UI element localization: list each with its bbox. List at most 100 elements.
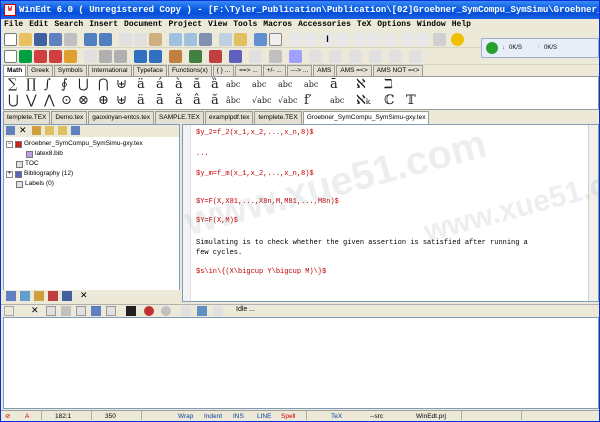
copy-icon[interactable] <box>134 33 147 46</box>
tree-filter-icon[interactable] <box>71 126 80 135</box>
align-right-icon[interactable] <box>383 33 396 46</box>
math-symbol-r1-7[interactable]: ä <box>137 78 145 92</box>
math-symbol-r2-0[interactable]: ⋃ <box>8 94 19 108</box>
unindent-icon[interactable] <box>304 33 317 46</box>
menu-item-document[interactable]: Document <box>121 19 165 31</box>
math-symbol-r2-1[interactable]: ⋁ <box>26 94 37 108</box>
console-run-icon[interactable] <box>91 306 101 316</box>
console-clear-icon[interactable] <box>4 306 14 316</box>
math-symbol-r2-14[interactable]: √abc <box>278 94 297 108</box>
console-close-icon[interactable]: ✕ <box>31 306 41 316</box>
help-icon[interactable] <box>451 33 464 46</box>
bibtex-icon[interactable] <box>99 50 112 63</box>
math-symbol-r1-17[interactable]: ℵ <box>356 78 366 92</box>
goto-icon[interactable] <box>199 33 212 46</box>
paste-icon[interactable] <box>149 33 162 46</box>
tree-item-toc[interactable]: TOC <box>16 159 39 169</box>
console-find-icon[interactable] <box>76 306 86 316</box>
math-symbol-r2-3[interactable]: ⊙ <box>61 94 72 108</box>
console-option-icon[interactable] <box>213 306 223 316</box>
math-symbol-r2-5[interactable]: ⊕ <box>98 94 109 108</box>
tree-icon[interactable] <box>254 33 267 46</box>
tab-math-2[interactable]: Symbols <box>53 65 87 76</box>
align-left-icon[interactable] <box>353 33 366 46</box>
new-file-icon[interactable] <box>4 33 17 46</box>
menu-item-tools[interactable]: Tools <box>230 19 260 31</box>
menu-item-options[interactable]: Options <box>374 19 414 31</box>
menu-item-help[interactable]: Help <box>449 19 474 31</box>
vertical-scrollbar[interactable] <box>588 125 598 301</box>
math-symbol-r1-1[interactable]: ∏ <box>26 78 36 92</box>
panel-icon-4[interactable] <box>48 291 58 301</box>
math-symbol-r2-10[interactable]: â <box>193 94 201 108</box>
print-icon[interactable] <box>64 33 77 46</box>
fraction-icon[interactable] <box>309 50 322 63</box>
console-icon[interactable] <box>269 50 282 63</box>
console-save-icon[interactable] <box>61 306 71 316</box>
menu-item-window[interactable]: Window <box>414 19 449 31</box>
tab-math-3[interactable]: International <box>87 65 132 76</box>
stop-icon[interactable] <box>229 50 242 63</box>
align-center-icon[interactable] <box>368 33 381 46</box>
doc-tab-4[interactable]: examplpdf.tex <box>204 111 254 124</box>
italic-icon[interactable]: I <box>321 33 334 46</box>
math-symbol-r2-9[interactable]: ǎ <box>175 94 183 108</box>
tab-math-10[interactable]: AMS <box>313 65 336 76</box>
acrobat-icon[interactable] <box>209 50 222 63</box>
sqrt-icon[interactable] <box>329 50 342 63</box>
console-log-icon[interactable] <box>197 306 207 316</box>
doc-tab-1[interactable]: Demo.tex <box>51 111 88 124</box>
math-symbol-r1-18[interactable]: ℶ <box>384 78 393 92</box>
collapse-icon[interactable]: − <box>6 140 13 148</box>
tree-folder-icon[interactable] <box>45 126 54 135</box>
ps-icon[interactable] <box>84 50 97 63</box>
math-symbol-r1-3[interactable]: ∮ <box>61 78 68 92</box>
editor-line[interactable]: $Y=F(X,X81,...,X8n,M,M81,...,M8n)$ <box>196 198 339 207</box>
close-icon[interactable]: ✕ <box>19 126 28 135</box>
cut-icon[interactable] <box>119 33 132 46</box>
math-symbol-r1-16[interactable]: ā <box>330 78 338 92</box>
replace-icon[interactable] <box>184 33 197 46</box>
expand-icon[interactable]: + <box>6 170 13 178</box>
line-mode-toggle[interactable]: LINE <box>257 411 271 421</box>
menu-item-view[interactable]: View <box>205 19 230 31</box>
tab-math-1[interactable]: Greek <box>27 65 53 76</box>
table-icon[interactable] <box>433 33 446 46</box>
bookmark-icon[interactable] <box>234 33 247 46</box>
makeindex-icon[interactable] <box>114 50 127 63</box>
math-symbol-r1-9[interactable]: à <box>175 78 183 92</box>
math-symbol-r2-2[interactable]: ⋀ <box>44 94 55 108</box>
panel-icon-1[interactable] <box>6 291 16 301</box>
panel-icon-2[interactable] <box>20 291 30 301</box>
menu-item-search[interactable]: Search <box>51 19 86 31</box>
math-symbol-r2-7[interactable]: ä <box>137 94 145 108</box>
console-stop-icon[interactable] <box>144 306 154 316</box>
new-doc-icon[interactable] <box>4 50 17 63</box>
window-icon[interactable] <box>269 33 282 46</box>
editor-line[interactable]: few cycles. <box>196 249 242 258</box>
tree-new-icon[interactable] <box>6 126 15 135</box>
array-icon[interactable] <box>409 50 422 63</box>
save-icon[interactable] <box>34 33 47 46</box>
console-mark-icon[interactable] <box>106 306 116 316</box>
spell-icon[interactable] <box>219 33 232 46</box>
latex-compile-icon[interactable] <box>19 50 32 63</box>
tree-open-icon[interactable] <box>58 126 67 135</box>
math-symbol-r2-19[interactable]: 𝕋 <box>406 94 416 108</box>
tab-math-11[interactable]: AMS =<> <box>336 65 372 76</box>
spell-toggle[interactable]: Spell <box>281 411 295 421</box>
math-icon[interactable] <box>289 50 302 63</box>
math-symbol-r2-18[interactable]: ℂ <box>384 94 394 108</box>
tex-mode[interactable]: TeX <box>331 411 342 421</box>
tab-math-5[interactable]: Functions(x) <box>167 65 212 76</box>
wrap-toggle[interactable]: Wrap <box>178 411 193 421</box>
console-copy-icon[interactable] <box>46 306 56 316</box>
tab-math-9[interactable]: ---> ... <box>286 65 313 76</box>
math-symbol-r1-2[interactable]: ∫ <box>44 78 51 92</box>
math-symbol-r1-13[interactable]: abc <box>252 78 266 92</box>
math-symbol-r2-16[interactable]: abc <box>330 94 344 108</box>
tab-math-8[interactable]: +/- ... <box>262 65 286 76</box>
menu-item-project[interactable]: Project <box>165 19 205 31</box>
menu-item-accessories[interactable]: Accessories <box>295 19 354 31</box>
integral-icon[interactable] <box>369 50 382 63</box>
